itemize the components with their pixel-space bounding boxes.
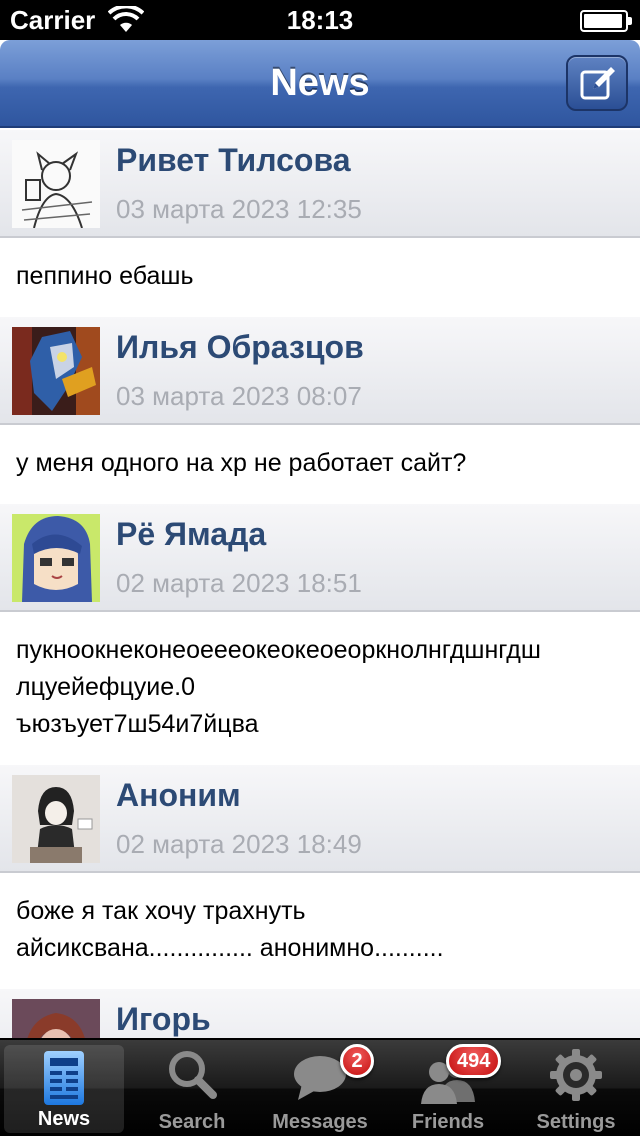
- post-header[interactable]: Рё Ямада 02 марта 2023 18:51: [0, 504, 640, 612]
- search-icon: [169, 1051, 217, 1099]
- post-item[interactable]: Рё Ямада 02 марта 2023 18:51 пукноокнеко…: [0, 504, 640, 765]
- tab-bar: News Search 2 Messages 494 Friends Setti…: [0, 1038, 640, 1136]
- avatar[interactable]: [12, 999, 100, 1038]
- clock: 18:13: [286, 5, 354, 35]
- post-header[interactable]: Ривет Тилсова 03 марта 2023 12:35: [0, 130, 640, 238]
- post-item[interactable]: Игорь: [0, 989, 640, 1038]
- compose-icon: [580, 67, 615, 100]
- post-date: 02 марта 2023 18:51: [116, 568, 362, 598]
- post-item[interactable]: Ривет Тилсова 03 марта 2023 12:35 пеппин…: [0, 130, 640, 317]
- tab-messages[interactable]: 2 Messages: [256, 1040, 384, 1136]
- post-header[interactable]: Илья Образцов 03 марта 2023 08:07: [0, 317, 640, 425]
- tab-label: Messages: [272, 1111, 368, 1133]
- news-feed[interactable]: Ривет Тилсова 03 марта 2023 12:35 пеппин…: [0, 130, 640, 1038]
- settings-icon: [550, 1049, 602, 1101]
- status-bar: Carrier 18:13: [0, 0, 640, 40]
- compose-button[interactable]: [566, 55, 628, 111]
- post-text: пеппино ебашь: [0, 238, 640, 317]
- post-item[interactable]: Аноним 02 марта 2023 18:49 боже я так хо…: [0, 765, 640, 989]
- page-title: News: [270, 62, 370, 104]
- tab-label: News: [37, 1108, 91, 1130]
- post-author[interactable]: Ривет Тилсова: [116, 142, 351, 179]
- tab-settings[interactable]: Settings: [512, 1040, 640, 1136]
- tab-label: Friends: [411, 1111, 485, 1133]
- post-date: 02 марта 2023 18:49: [116, 829, 362, 859]
- post-header[interactable]: Аноним 02 марта 2023 18:49: [0, 765, 640, 873]
- post-text: у меня одного на хр не работает сайт?: [0, 425, 640, 504]
- tab-friends[interactable]: 494 Friends: [384, 1040, 512, 1136]
- post-date: 03 марта 2023 08:07: [116, 381, 362, 411]
- avatar[interactable]: [12, 140, 100, 228]
- post-item[interactable]: Илья Образцов 03 марта 2023 08:07 у меня…: [0, 317, 640, 504]
- avatar[interactable]: [12, 775, 100, 863]
- avatar[interactable]: [12, 514, 100, 602]
- news-icon: [44, 1051, 84, 1105]
- tab-news[interactable]: News: [4, 1045, 124, 1133]
- post-author[interactable]: Аноним: [116, 777, 241, 814]
- tab-label: Settings: [536, 1111, 616, 1133]
- post-text: пукноокнеконеоеееокеокеоеоркнолнгдшнгдш …: [0, 612, 640, 765]
- tab-search[interactable]: Search: [128, 1040, 256, 1136]
- navigation-bar: News: [0, 40, 640, 128]
- post-author[interactable]: Рё Ямада: [116, 516, 266, 553]
- post-header[interactable]: Игорь: [0, 989, 640, 1038]
- friends-badge: 494: [446, 1044, 502, 1078]
- battery-icon: [580, 10, 632, 32]
- tab-label: Search: [158, 1111, 226, 1133]
- post-text: боже я так хочу трахнуть айсиксвана.....…: [0, 873, 640, 989]
- post-date: 03 марта 2023 12:35: [116, 194, 362, 224]
- messages-badge: 2: [340, 1044, 374, 1078]
- avatar[interactable]: [12, 327, 100, 415]
- post-author[interactable]: Илья Образцов: [116, 329, 364, 366]
- post-author[interactable]: Игорь: [116, 1001, 211, 1038]
